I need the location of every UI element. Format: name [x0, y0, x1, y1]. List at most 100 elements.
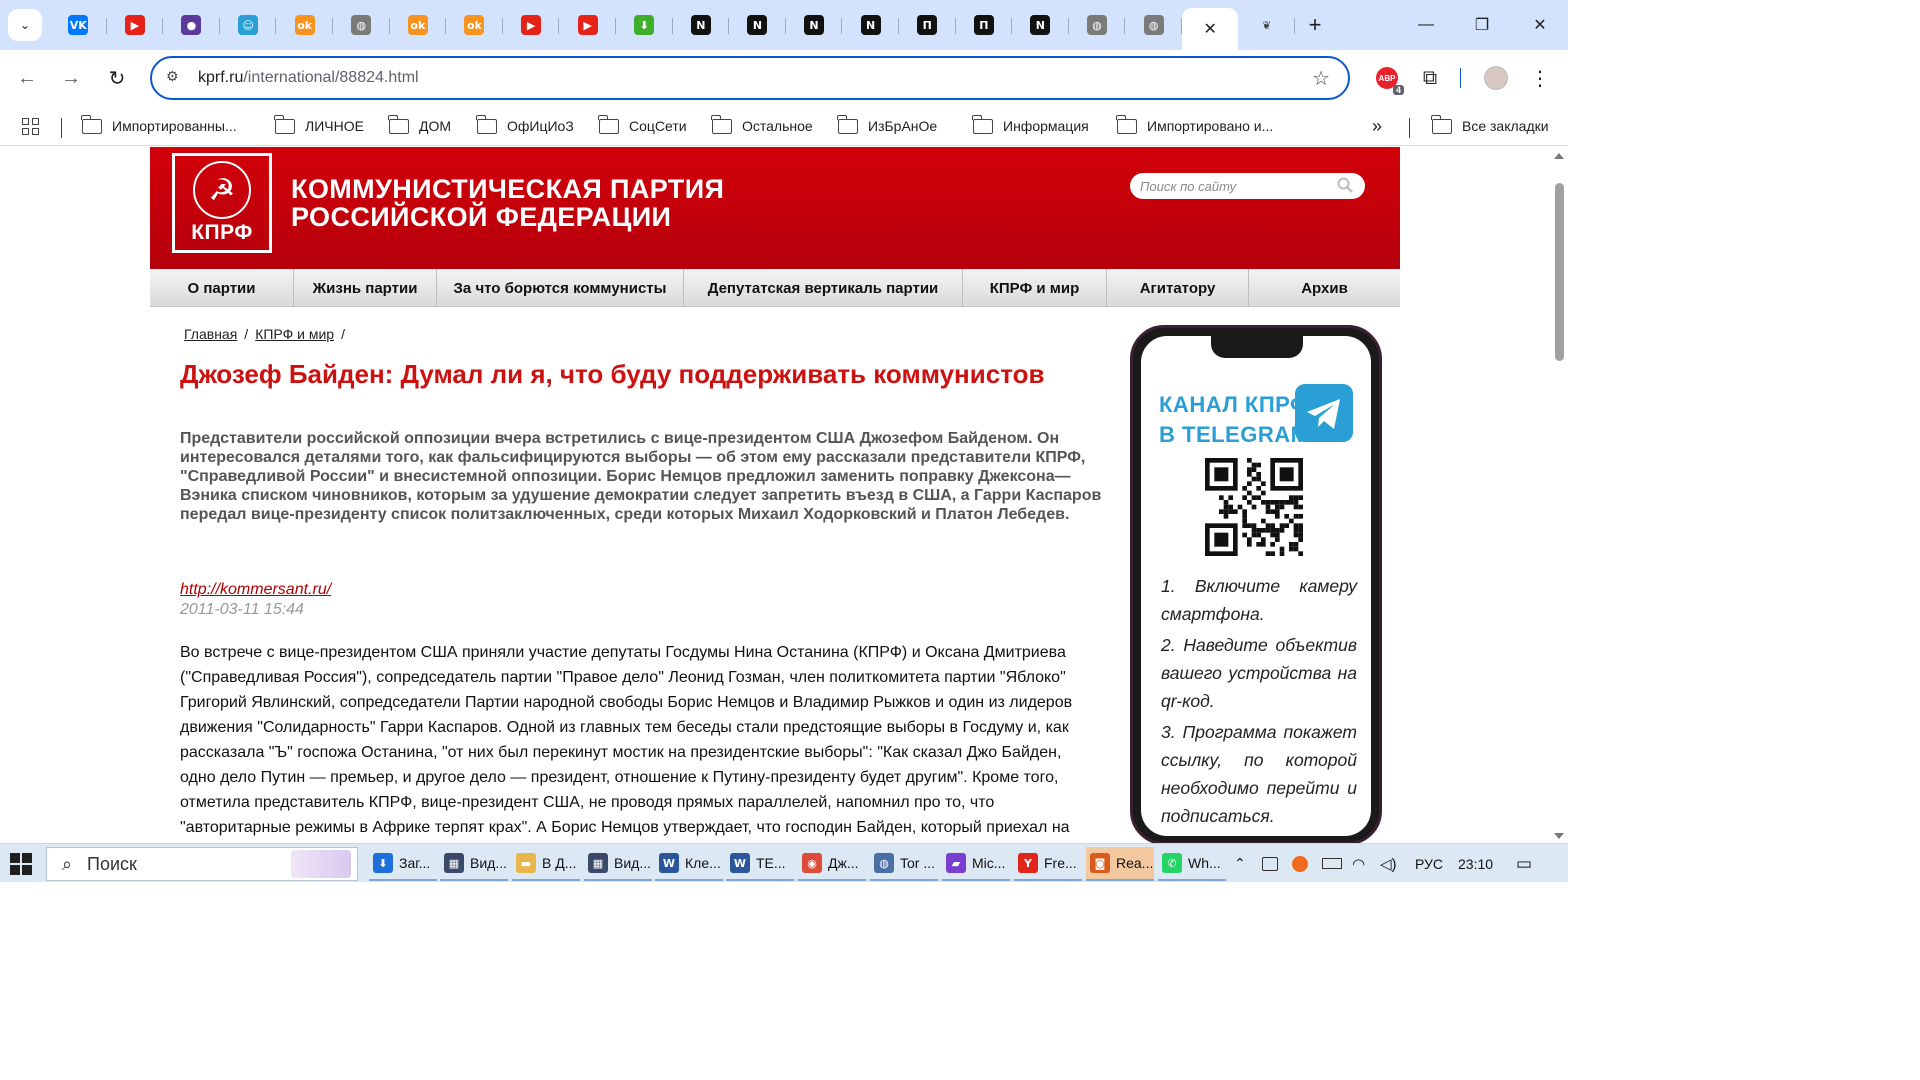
start-button[interactable] [10, 853, 32, 875]
browser-tab[interactable]: N [786, 8, 843, 42]
taskbar-app[interactable]: ◙ Rea... [1086, 847, 1154, 881]
browser-tab[interactable]: ok [390, 8, 447, 42]
url-path: /international/88824.html [243, 69, 419, 86]
bookmark-folder[interactable]: ДОМ [388, 114, 451, 138]
close-window-button[interactable]: ✕ [1512, 0, 1568, 50]
browser-tab[interactable]: П [899, 8, 956, 42]
extensions-button[interactable]: ⧉ [1416, 64, 1444, 92]
nav-item[interactable]: О партии [150, 269, 294, 307]
page-scrollbar[interactable] [1551, 147, 1568, 843]
reload-button[interactable]: ↻ [101, 62, 133, 94]
new-tab-button[interactable]: + [1295, 8, 1335, 42]
tab-search-button[interactable]: ⌄ [8, 9, 42, 41]
site-search-input[interactable] [1140, 177, 1325, 195]
browser-tab[interactable]: N [842, 8, 899, 42]
nf-icon: N [690, 15, 711, 35]
browser-tab[interactable]: ☺ [220, 8, 277, 42]
bookmarks-more-button[interactable]: » [1372, 114, 1382, 138]
browser-tab[interactable]: ❦ [1238, 8, 1295, 42]
all-bookmarks-button[interactable]: Все закладки [1431, 114, 1549, 138]
browser-tab[interactable]: ▶ [107, 8, 164, 42]
browser-tab[interactable]: П [956, 8, 1013, 42]
browser-tab[interactable]: ◍ [1125, 8, 1182, 42]
taskbar-app[interactable]: ⬇ Заг... [369, 847, 437, 881]
bookmark-folder[interactable]: ИзБрАнОе [837, 114, 937, 138]
browser-tab[interactable]: ◍ [1069, 8, 1126, 42]
tray-meet-now[interactable] [1262, 844, 1278, 883]
close-tab-icon[interactable]: ✕ [1203, 19, 1216, 39]
nav-item[interactable]: Депутатская вертикаль партии [684, 269, 963, 307]
forward-button[interactable]: → [55, 62, 87, 94]
tray-battery[interactable] [1322, 844, 1342, 883]
taskbar-app[interactable]: ▰ Mic... [942, 847, 1010, 881]
bookmark-folder[interactable]: Импортировано и... [1116, 114, 1273, 138]
search-icon[interactable] [1337, 177, 1353, 193]
tray-volume[interactable]: ◁) [1380, 844, 1397, 883]
tray-network[interactable]: ◠ [1352, 844, 1365, 883]
scroll-down-arrow-icon[interactable] [1554, 833, 1564, 839]
nav-item[interactable]: За что борются коммунисты [437, 269, 684, 307]
taskbar-app[interactable]: ▦ Вид... [440, 847, 508, 881]
scroll-thumb[interactable] [1555, 183, 1564, 361]
back-button[interactable]: ← [11, 62, 43, 94]
nav-item[interactable]: Агитатору [1107, 269, 1249, 307]
bookmark-folder[interactable]: СоцСети [598, 114, 687, 138]
nav-item[interactable]: КПРФ и мир [963, 269, 1107, 307]
nav-item[interactable]: Архив [1249, 269, 1400, 307]
profile-button[interactable] [1482, 64, 1510, 92]
browser-tab[interactable]: ▶ [503, 8, 560, 42]
taskbar-app[interactable]: W Кле... [655, 847, 723, 881]
menu-button[interactable]: ⋮ [1528, 64, 1552, 92]
apps-button[interactable] [22, 114, 39, 138]
nav-item[interactable]: Жизнь партии [294, 269, 437, 307]
language-indicator: РУС [1415, 855, 1444, 872]
bookmark-folder[interactable]: Импортированны... [81, 114, 237, 138]
browser-tab[interactable]: N [1012, 8, 1069, 42]
scroll-up-arrow-icon[interactable] [1554, 153, 1564, 159]
phone-notch [1211, 336, 1303, 358]
taskbar-app[interactable]: ◉ Дж... [798, 847, 866, 881]
tray-avast[interactable] [1292, 844, 1308, 883]
browser-tab[interactable]: ◍ [333, 8, 390, 42]
tray-language[interactable]: РУС [1415, 844, 1443, 883]
browser-tab[interactable]: ● [163, 8, 220, 42]
site-settings-icon[interactable]: ⚙ [166, 68, 186, 88]
tray-overflow-button[interactable]: ⌃ [1234, 844, 1246, 883]
taskbar-app[interactable]: W TE... [726, 847, 794, 881]
kprf-logo[interactable]: ☭ КПРФ [172, 153, 272, 253]
breadcrumb-home[interactable]: Главная [184, 326, 237, 342]
browser-tab[interactable]: N [729, 8, 786, 42]
browser-tab[interactable]: ok [446, 8, 503, 42]
bookmark-folder[interactable]: ЛИЧНОЕ [274, 114, 364, 138]
browser-tab[interactable]: ok [276, 8, 333, 42]
article-date: 2011-03-11 15:44 [180, 601, 304, 618]
bookmark-folder[interactable]: ОфИцИоЗ [476, 114, 574, 138]
taskbar-search[interactable]: ⌕ Поиск [46, 847, 358, 881]
minimize-button[interactable]: — [1398, 0, 1454, 50]
browser-tab[interactable]: VK [50, 8, 107, 42]
party-title[interactable]: КОММУНИСТИЧЕСКАЯ ПАРТИЯ РОССИЙСКОЙ ФЕДЕР… [291, 175, 724, 231]
notifications-button[interactable]: ▭ [1516, 844, 1532, 883]
taskbar-app[interactable]: Y Fre... [1014, 847, 1082, 881]
maximize-button[interactable]: ❐ [1454, 0, 1510, 50]
taskbar-app-label: Вид... [470, 855, 507, 871]
taskbar-app[interactable]: ▬ В Д... [512, 847, 580, 881]
taskbar-app[interactable]: ◍ Tor ... [870, 847, 938, 881]
tray-clock[interactable]: 23:10 [1458, 844, 1493, 883]
bookmark-folder[interactable]: Информация [972, 114, 1089, 138]
browser-tab[interactable]: ▶ [559, 8, 616, 42]
bookmark-star-icon[interactable]: ☆ [1312, 66, 1330, 91]
bookmark-folder[interactable]: Остальное [711, 114, 813, 138]
avatar [1484, 66, 1508, 90]
taskbar-app[interactable]: ▦ Вид... [584, 847, 652, 881]
telegram-promo-banner[interactable]: КАНАЛ КПРФ В TELEGRAM 1. Включите камеру… [1130, 325, 1382, 843]
browser-tab[interactable]: ⬇ [616, 8, 673, 42]
taskbar-app-label: TE... [756, 855, 786, 871]
breadcrumb-section[interactable]: КПРФ и мир [255, 326, 334, 342]
browser-tab[interactable]: N [673, 8, 730, 42]
extension-adblock-button[interactable]: ABP 4 [1370, 64, 1404, 95]
taskbar-app[interactable]: ✆ Wh... [1158, 847, 1226, 881]
address-bar[interactable]: ⚙ kprf.ru/international/88824.html ☆ [150, 56, 1350, 100]
source-link[interactable]: http://kommersant.ru/ [180, 581, 331, 599]
browser-tab-active[interactable]: ✕ [1181, 8, 1239, 50]
